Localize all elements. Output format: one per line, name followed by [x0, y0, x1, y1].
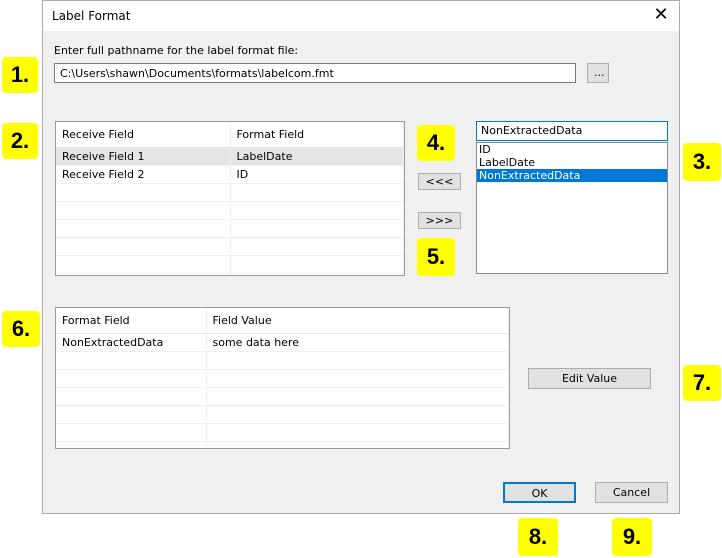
table-cell[interactable]: LabelDate: [230, 147, 404, 166]
field-value-grid[interactable]: Format Field Field Value NonExtractedDat…: [55, 307, 510, 449]
table-cell[interactable]: [56, 405, 207, 424]
table-row[interactable]: [56, 441, 509, 448]
table-cell[interactable]: [56, 201, 231, 220]
annotation-badge-8: 8.: [518, 518, 558, 556]
table-cell[interactable]: Receive Field 1: [56, 147, 231, 166]
table-row[interactable]: [56, 369, 509, 388]
table-cell[interactable]: [56, 369, 207, 388]
annotation-badge-3: 3.: [683, 143, 721, 181]
cancel-button[interactable]: Cancel: [595, 482, 668, 503]
table-cell[interactable]: [206, 387, 509, 406]
annotation-badge-5: 5.: [417, 238, 455, 276]
table-cell[interactable]: [230, 183, 404, 202]
table-cell[interactable]: [56, 423, 207, 442]
table-cell[interactable]: [230, 255, 404, 274]
ok-button[interactable]: OK: [503, 482, 576, 503]
table-row[interactable]: [56, 201, 404, 220]
grid-header-row: Receive Field Format Field: [56, 122, 404, 148]
table-cell[interactable]: ID: [230, 165, 404, 184]
table-row[interactable]: [56, 405, 509, 424]
annotation-badge-7: 7.: [683, 365, 721, 401]
annotation-badge-1: 1.: [2, 57, 38, 93]
table-row[interactable]: [56, 423, 509, 442]
table-row[interactable]: Receive Field 1 LabelDate: [56, 147, 404, 166]
table-cell[interactable]: [56, 237, 231, 256]
table-cell[interactable]: some data here: [206, 333, 509, 352]
format-field-list[interactable]: ID LabelDate NonExtractedData: [476, 142, 668, 274]
annotation-badge-9: 9.: [612, 518, 652, 556]
table-cell[interactable]: NonExtractedData: [56, 333, 207, 352]
column-header[interactable]: Field Value: [206, 308, 509, 334]
table-cell[interactable]: [230, 201, 404, 220]
annotation-badge-6: 6.: [2, 311, 40, 347]
column-header[interactable]: Format Field: [230, 122, 404, 148]
title-bar: Label Format ✕: [43, 1, 679, 31]
path-input[interactable]: [54, 63, 576, 83]
table-cell[interactable]: [56, 183, 231, 202]
table-cell[interactable]: [230, 219, 404, 238]
table-cell[interactable]: [206, 405, 509, 424]
table-cell[interactable]: [56, 387, 207, 406]
table-cell[interactable]: [206, 441, 509, 448]
unassign-field-button[interactable]: >>>: [418, 212, 461, 229]
label-format-dialog: Label Format ✕ Enter full pathname for t…: [42, 0, 680, 514]
table-row[interactable]: [56, 351, 509, 370]
table-cell[interactable]: [56, 219, 231, 238]
table-row[interactable]: [56, 219, 404, 238]
format-field-selected[interactable]: NonExtractedData: [476, 121, 668, 141]
table-cell[interactable]: Receive Field 2: [56, 165, 231, 184]
path-prompt: Enter full pathname for the label format…: [54, 44, 299, 57]
table-row[interactable]: Receive Field 2 ID: [56, 165, 404, 184]
annotation-badge-2: 2.: [2, 123, 38, 159]
close-icon[interactable]: ✕: [651, 5, 671, 25]
column-header[interactable]: Receive Field: [56, 122, 231, 148]
browse-button[interactable]: ...: [587, 63, 609, 83]
list-item[interactable]: LabelDate: [477, 156, 667, 169]
table-row[interactable]: [56, 237, 404, 256]
edit-value-button[interactable]: Edit Value: [528, 368, 651, 389]
table-row[interactable]: [56, 183, 404, 202]
grid-header-row: Format Field Field Value: [56, 308, 509, 334]
table-cell[interactable]: [56, 255, 231, 274]
receive-field-grid[interactable]: Receive Field Format Field Receive Field…: [55, 121, 405, 276]
list-item[interactable]: ID: [477, 143, 667, 156]
table-row[interactable]: NonExtractedData some data here: [56, 333, 509, 352]
dialog-title: Label Format: [52, 9, 131, 23]
column-header[interactable]: Format Field: [56, 308, 207, 334]
table-row[interactable]: [56, 255, 404, 274]
table-cell[interactable]: [206, 351, 509, 370]
table-row[interactable]: [56, 387, 509, 406]
annotation-badge-4: 4.: [417, 125, 455, 161]
table-cell[interactable]: [206, 423, 509, 442]
list-item-selected[interactable]: NonExtractedData: [477, 169, 667, 182]
table-cell[interactable]: [206, 369, 509, 388]
table-cell[interactable]: [56, 351, 207, 370]
table-cell[interactable]: [56, 441, 207, 448]
table-cell[interactable]: [230, 237, 404, 256]
assign-field-button[interactable]: <<<: [418, 173, 461, 190]
